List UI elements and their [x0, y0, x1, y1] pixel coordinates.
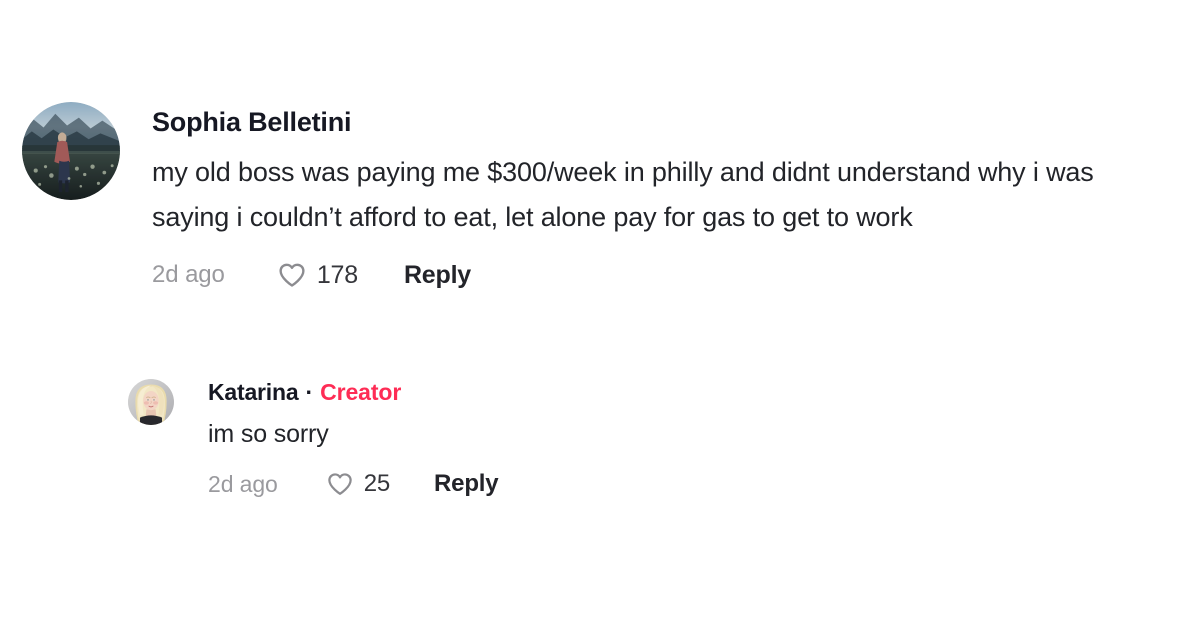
comment-thread: Sophia Belletini my old boss was paying …: [0, 0, 1200, 628]
timestamp: 2d ago: [152, 261, 225, 288]
comment-root: Sophia Belletini my old boss was paying …: [22, 102, 1182, 290]
user-avatar-landscape-photo: [22, 102, 120, 200]
heart-outline-icon[interactable]: [326, 470, 354, 498]
like-count: 178: [316, 260, 358, 289]
reply-button[interactable]: Reply: [434, 470, 499, 498]
avatar[interactable]: [22, 102, 120, 200]
user-avatar-portrait-photo: [128, 379, 174, 425]
comment-meta: 2d ago 25 Reply: [208, 470, 1178, 498]
comment-body: Katarina · Creator im so sorry 2d ago 25…: [208, 377, 1178, 498]
author-name[interactable]: Katarina: [208, 378, 299, 406]
comment-meta: 2d ago 178 Reply: [152, 260, 1182, 290]
heart-outline-icon[interactable]: [277, 260, 307, 290]
timestamp: 2d ago: [208, 470, 278, 497]
comment-reply: Katarina · Creator im so sorry 2d ago 25…: [128, 377, 1178, 498]
author-row: Katarina · Creator: [208, 377, 1178, 406]
creator-badge: Creator: [320, 379, 402, 405]
like-button[interactable]: 25: [326, 470, 390, 498]
like-button[interactable]: 178: [277, 260, 358, 290]
like-count: 25: [363, 470, 391, 497]
author-name[interactable]: Sophia Belletini: [152, 106, 352, 138]
reply-button[interactable]: Reply: [404, 261, 471, 290]
comment-text: im so sorry: [208, 420, 329, 448]
comment-text: my old boss was paying me $300/week in p…: [152, 157, 1094, 232]
author-row: Sophia Belletini: [152, 102, 1182, 138]
name-separator-dot: ·: [305, 379, 314, 405]
avatar[interactable]: [128, 379, 174, 425]
comment-body: Sophia Belletini my old boss was paying …: [152, 102, 1182, 290]
